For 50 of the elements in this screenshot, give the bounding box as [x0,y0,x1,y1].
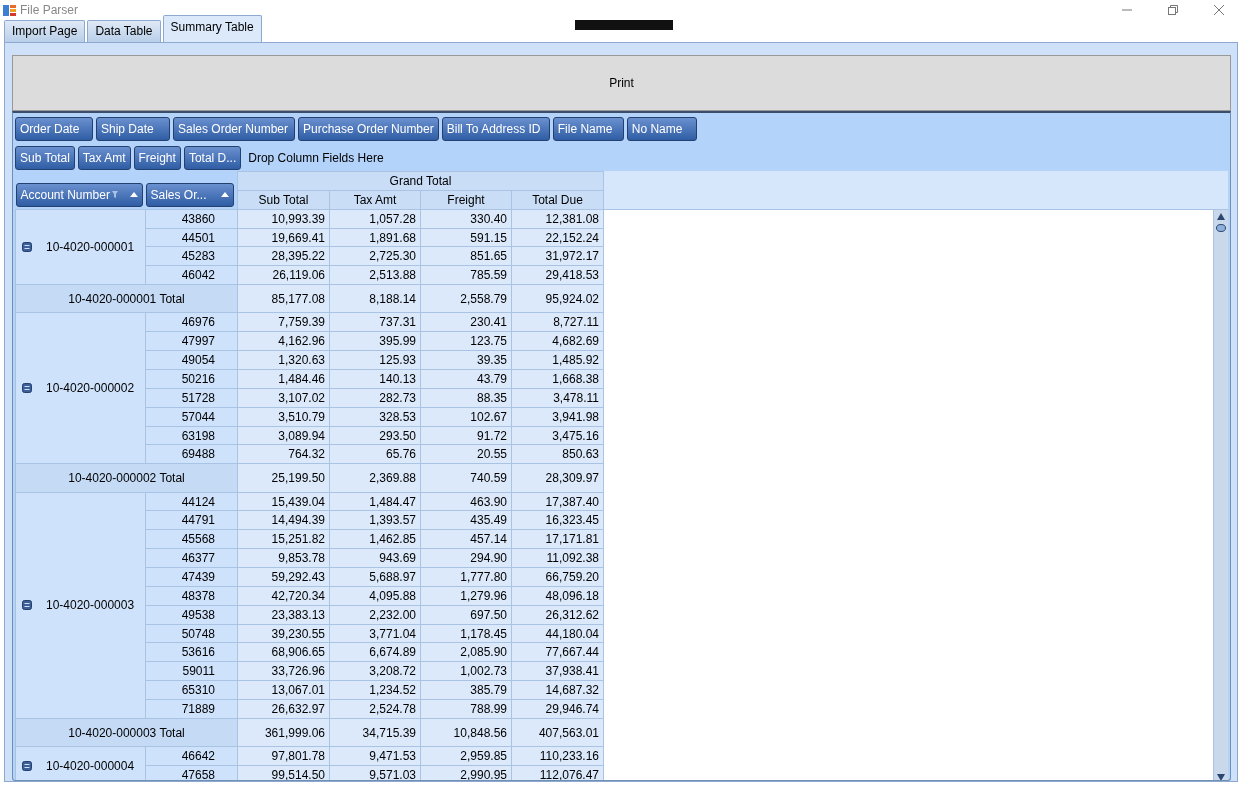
scroll-thumb-icon[interactable] [1216,212,1226,234]
total-cell: 8,188.14 [329,284,421,313]
drop-hint: Drop Column Fields Here [248,150,384,165]
total-cell: 2,369.88 [329,463,421,493]
app-icon [3,3,16,17]
field-button[interactable]: File Name [552,116,624,141]
total-cell: 25,199.50 [237,463,330,493]
account-number: 10-4020-000002 [46,381,135,396]
account-number: 10-4020-000003 [46,598,135,613]
column-group-header: Grand Total [237,171,604,191]
group-total-label: 10-4020-000001 Total [15,284,238,313]
field-button[interactable]: Purchase Order Number [298,116,439,141]
group-total-label: 10-4020-000003 Total [15,718,238,747]
field-button[interactable]: Sub Total [15,145,75,170]
total-cell: 361,999.06 [237,718,330,747]
row-field-button[interactable]: Account Number [15,182,143,207]
field-button[interactable]: Sales Order Number [173,116,295,141]
total-cell: 85,177.08 [237,284,330,313]
sort-icon [129,192,138,198]
total-cell: 10,848.56 [420,718,512,747]
tab[interactable]: Data Table [87,20,161,42]
account-number: 10-4020-000004 [46,758,135,773]
total-cell: 740.59 [420,463,512,493]
collapse-icon[interactable] [22,383,32,394]
row-field-button[interactable]: Sales Or... [145,182,234,207]
field-button[interactable]: No Name [626,116,697,141]
field-button[interactable]: Ship Date [96,116,170,141]
field-button[interactable]: Freight [133,145,181,170]
total-cell: 34,715.39 [329,718,421,747]
print-button[interactable]: Print [12,55,1231,111]
total-cell: 28,309.97 [511,463,604,493]
account-number: 10-4020-000001 [46,239,135,254]
scrollbar[interactable] [1213,210,1228,780]
window-title: File Parser [20,3,78,17]
scroll-down-icon[interactable] [1216,774,1226,780]
total-cell: 407,563.01 [511,718,604,747]
order-number-cell: 43860 [145,209,238,229]
group-total-label: 10-4020-000002 Total [15,463,238,493]
collapse-icon[interactable] [22,760,32,771]
total-cell: 95,924.02 [511,284,604,313]
collapse-icon[interactable] [22,600,32,611]
total-cell: 2,558.79 [420,284,512,313]
sort-icon [220,192,229,198]
field-button[interactable]: Bill To Address ID [441,116,550,141]
tab[interactable]: Summary Table [162,15,262,42]
collapse-icon[interactable] [22,241,32,252]
field-button[interactable]: Total D... [183,145,242,170]
field-button[interactable]: Tax Amt [77,145,131,170]
tab[interactable]: Import Page [4,20,86,42]
field-button[interactable]: Order Date [15,116,93,141]
